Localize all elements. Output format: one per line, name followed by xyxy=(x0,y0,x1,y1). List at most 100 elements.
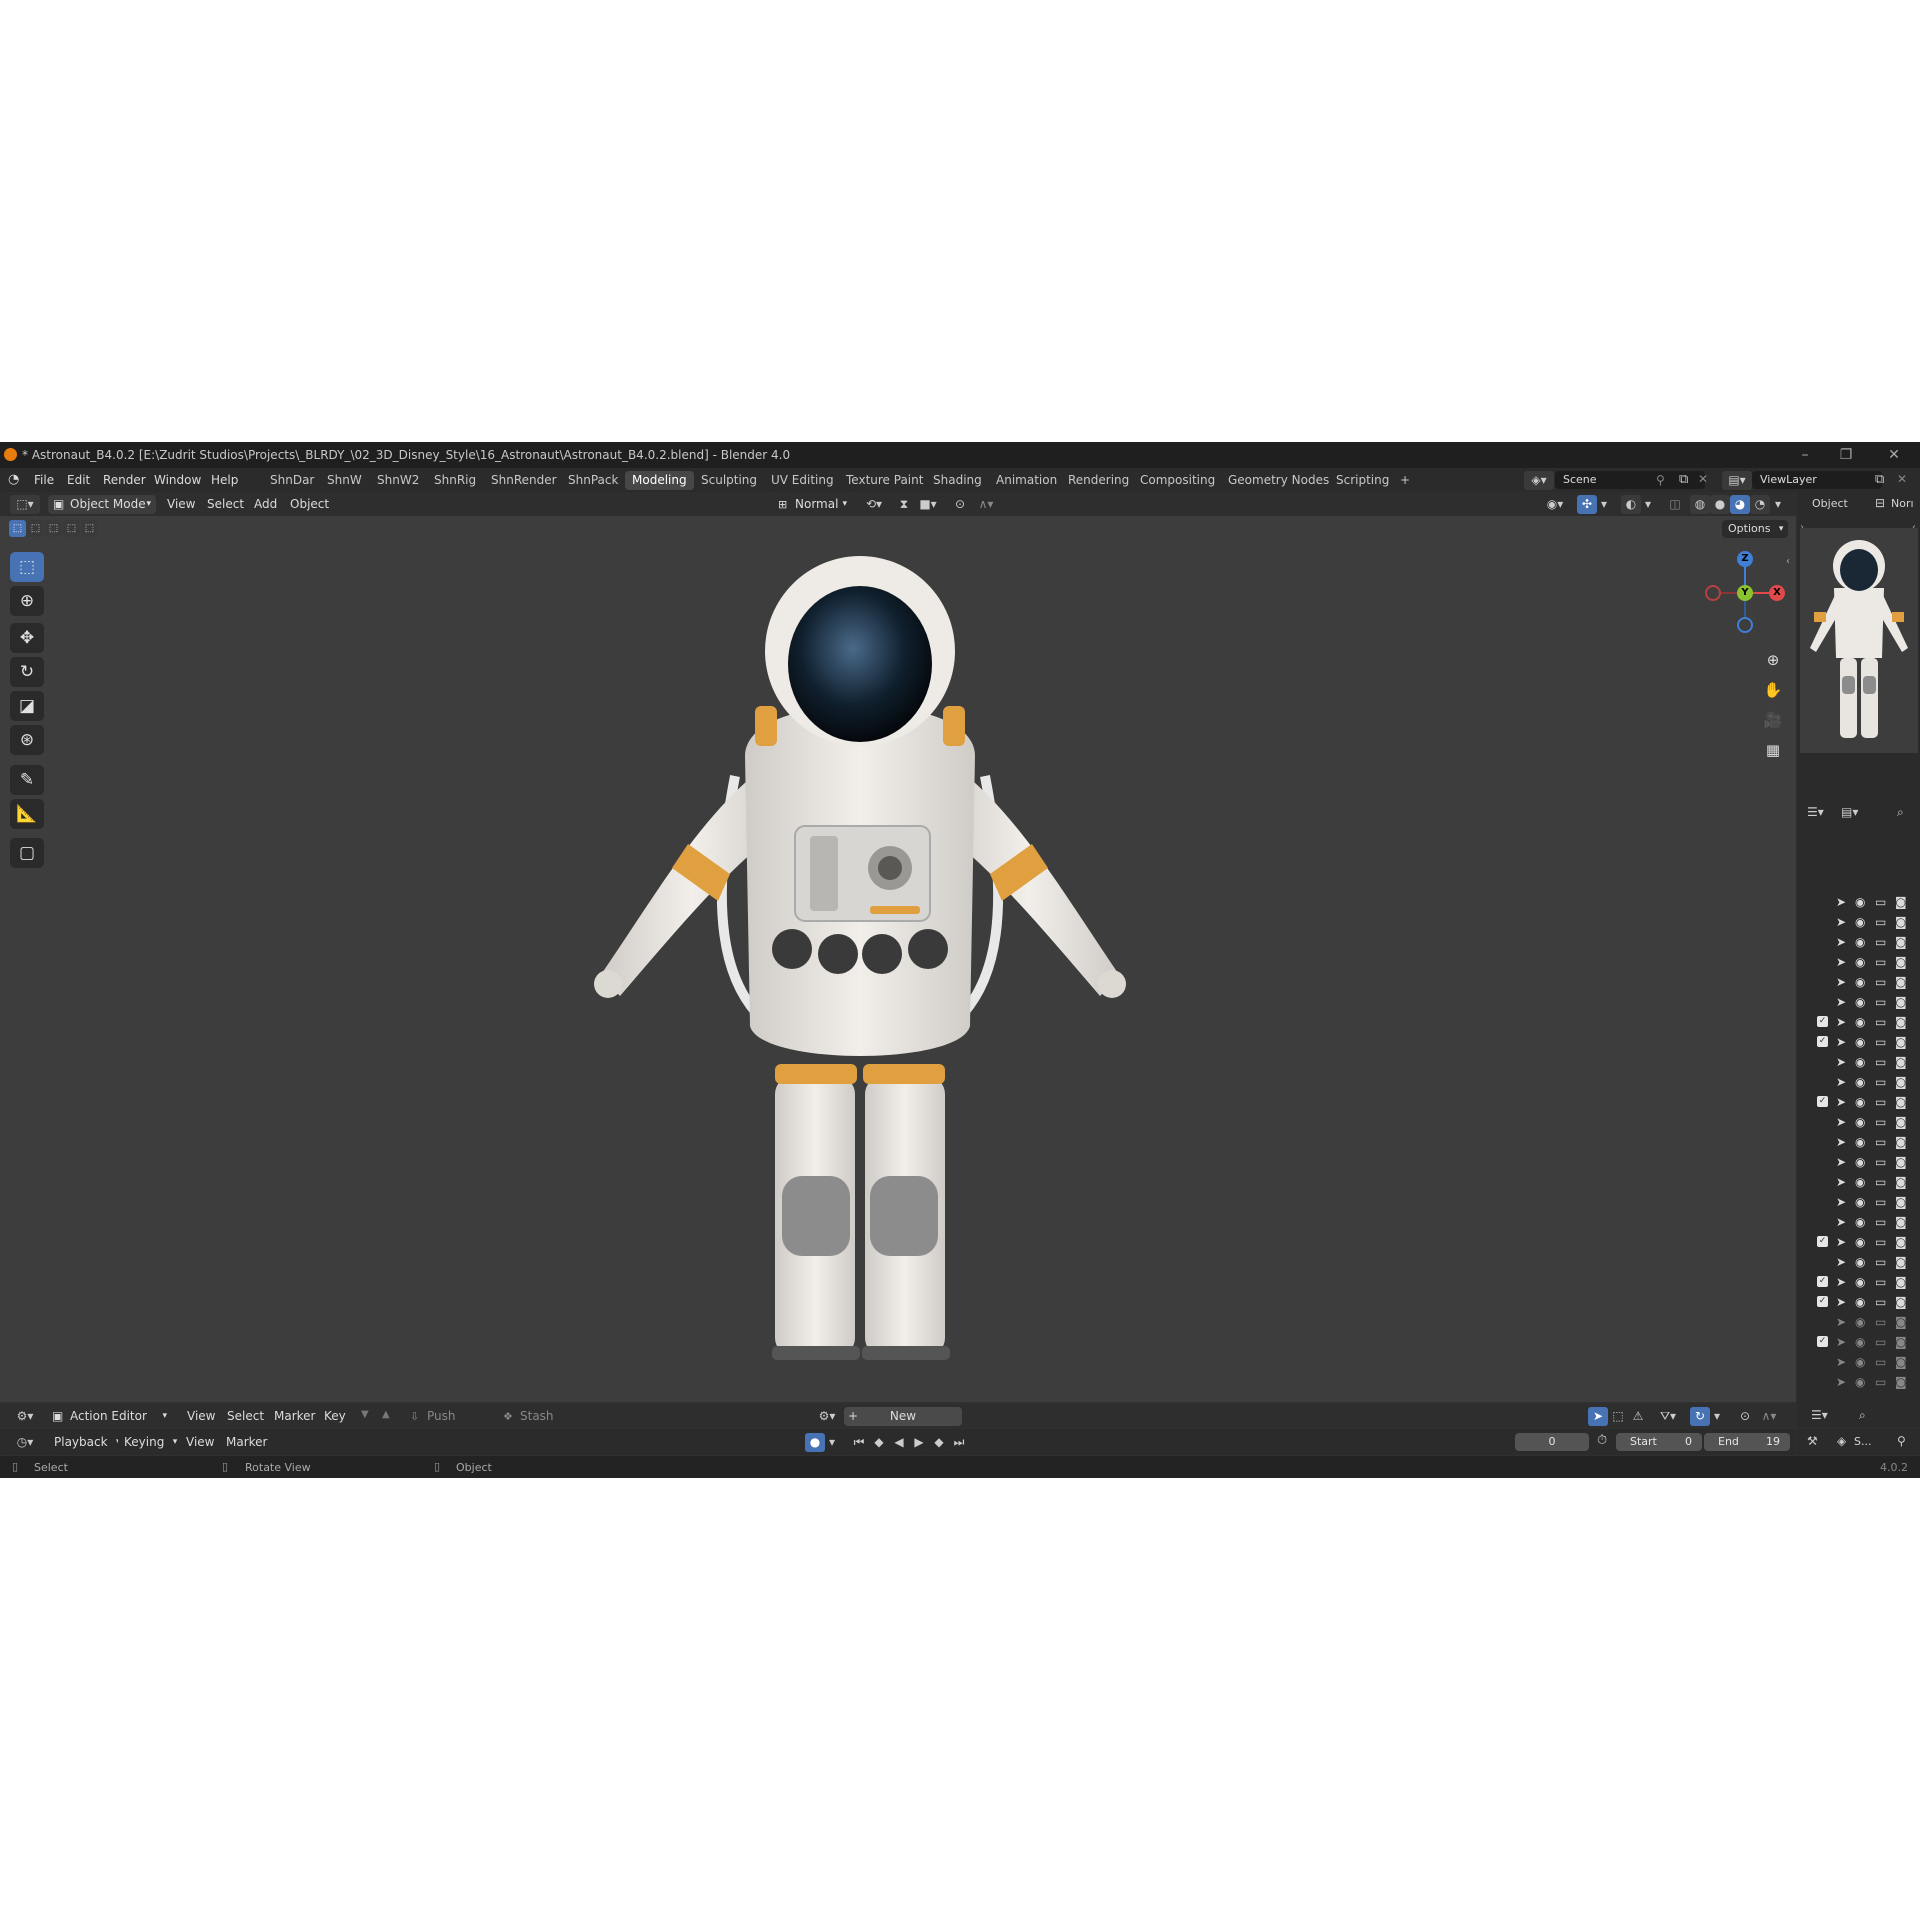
workspace-tab-shnrig[interactable]: ShnRig xyxy=(427,471,483,490)
action-up-icon[interactable]: ▲ xyxy=(382,1409,390,1420)
jump-prev-keyframe-icon[interactable]: ◆ xyxy=(869,1433,889,1452)
display-mode-icon[interactable]: ▤▾ xyxy=(1841,805,1858,819)
end-frame-field[interactable]: End 19 xyxy=(1704,1433,1790,1451)
timeline-menu-marker[interactable]: Marker xyxy=(226,1435,267,1449)
viewport-display-icon[interactable]: ▭ xyxy=(1875,1055,1886,1069)
viewport-menu-select[interactable]: Select xyxy=(207,497,244,511)
outliner-row[interactable]: ➤ ◉ ▭ ◙ xyxy=(1800,892,1918,912)
pin-icon[interactable]: ⚲ xyxy=(1897,1434,1906,1448)
rendered-shading-icon[interactable]: ◔ xyxy=(1750,495,1770,514)
exclude-checkbox[interactable]: ✓ xyxy=(1817,1096,1828,1107)
selectable-arrow-icon[interactable]: ➤ xyxy=(1836,895,1846,909)
blender-menu-icon[interactable]: ◔ xyxy=(8,472,24,488)
gizmo-neg-z-icon[interactable] xyxy=(1737,617,1753,633)
overlays-toggle-icon[interactable]: ◐ xyxy=(1621,495,1641,514)
render-camera-icon[interactable]: ◙ xyxy=(1895,1235,1907,1249)
view-layer-field[interactable]: ViewLayer xyxy=(1752,471,1882,489)
rotate-tool-icon[interactable]: ↻ xyxy=(10,657,44,687)
camera-view-icon[interactable]: 🎥 xyxy=(1759,706,1787,734)
exclude-checkbox[interactable]: ✓ xyxy=(1817,1236,1828,1247)
render-camera-icon[interactable]: ◙ xyxy=(1895,995,1907,1009)
workspace-tab-shading[interactable]: Shading xyxy=(926,471,989,490)
viewport-display-icon[interactable]: ▭ xyxy=(1875,1275,1886,1289)
scene-selector-icon[interactable]: ◈▾ xyxy=(1524,471,1554,490)
workspace-tab-rendering[interactable]: Rendering xyxy=(1061,471,1136,490)
exclude-checkbox[interactable]: ✓ xyxy=(1817,1276,1828,1287)
visibility-eye-icon[interactable]: ◉ xyxy=(1855,1295,1865,1309)
outliner-row[interactable]: ✓ ➤ ◉ ▭ ◙ xyxy=(1800,1332,1918,1352)
workspace-tab-geometry-nodes[interactable]: Geometry Nodes xyxy=(1221,471,1336,490)
timeline-menu-view[interactable]: View xyxy=(186,1435,214,1449)
options-dropdown[interactable]: Options ▾ xyxy=(1722,520,1789,538)
render-camera-icon[interactable]: ◙ xyxy=(1895,1115,1907,1129)
new-view-layer-icon[interactable]: ⧉ xyxy=(1875,472,1884,487)
render-camera-icon[interactable]: ◙ xyxy=(1895,1375,1907,1389)
jump-start-icon[interactable]: ⏮ xyxy=(849,1433,869,1452)
scene-properties-icon[interactable]: ◈ xyxy=(1837,1434,1846,1448)
outliner-row[interactable]: ✓ ➤ ◉ ▭ ◙ xyxy=(1800,1232,1918,1252)
proportional-edit-icon[interactable]: ⊙ xyxy=(950,495,970,514)
selectable-arrow-icon[interactable]: ➤ xyxy=(1836,1295,1846,1309)
visibility-eye-icon[interactable]: ◉ xyxy=(1855,995,1865,1009)
perspective-grid-icon[interactable]: ▦ xyxy=(1759,736,1787,764)
selectable-arrow-icon[interactable]: ➤ xyxy=(1836,1115,1846,1129)
outliner-row[interactable]: ➤ ◉ ▭ ◙ xyxy=(1800,1312,1918,1332)
action-editor-mode-dropdown[interactable]: ▣ Action Editor ▾ xyxy=(48,1407,172,1426)
render-camera-icon[interactable]: ◙ xyxy=(1895,1015,1907,1029)
outliner-row[interactable]: ➤ ◉ ▭ ◙ xyxy=(1800,972,1918,992)
selectable-arrow-icon[interactable]: ➤ xyxy=(1836,915,1846,929)
outliner-row[interactable]: ✓ ➤ ◉ ▭ ◙ xyxy=(1800,1292,1918,1312)
preview-range-icon[interactable]: ⏱ xyxy=(1597,1433,1607,1448)
outliner-editor-type-icon[interactable]: ☰▾ xyxy=(1811,1408,1828,1422)
outliner-search-icon[interactable]: ⌕ xyxy=(1897,805,1904,820)
delete-view-layer-icon[interactable]: ✕ xyxy=(1897,472,1907,486)
outliner-row[interactable]: ✓ ➤ ◉ ▭ ◙ xyxy=(1800,1092,1918,1112)
transform-tool-icon[interactable]: ⊛ xyxy=(10,725,44,755)
3d-viewport[interactable]: ⬚ ⬚ ⬚ ⬚ ⬚ Options ▾ ‹ ⬚ ⊕ ✥ ↻ ◪ ⊛ ✎ 📐 ▢ … xyxy=(0,516,1796,1402)
tool-settings-icon[interactable]: ⚒ xyxy=(1807,1434,1818,1448)
selectable-arrow-icon[interactable]: ➤ xyxy=(1836,1075,1846,1089)
properties-tab-object[interactable]: Object xyxy=(1812,497,1848,510)
visibility-eye-icon[interactable]: ◉ xyxy=(1855,1015,1865,1029)
material-preview-shading-icon[interactable]: ◕ xyxy=(1730,495,1750,514)
push-down-button[interactable]: ⇩ Push Down xyxy=(405,1407,495,1442)
outliner-row[interactable]: ➤ ◉ ▭ ◙ xyxy=(1800,1192,1918,1212)
render-camera-icon[interactable]: ◙ xyxy=(1895,1155,1907,1169)
auto-keying-dropdown-icon[interactable]: ▾ xyxy=(825,1433,839,1452)
viewport-menu-object[interactable]: Object xyxy=(290,497,329,511)
outliner-row[interactable]: ➤ ◉ ▭ ◙ xyxy=(1800,1212,1918,1232)
outliner-row[interactable]: ➤ ◉ ▭ ◙ xyxy=(1800,1372,1918,1392)
workspace-tab-shnrender[interactable]: ShnRender xyxy=(484,471,564,490)
visibility-eye-icon[interactable]: ◉ xyxy=(1855,1255,1865,1269)
visibility-eye-icon[interactable]: ◉ xyxy=(1855,1315,1865,1329)
viewport-display-icon[interactable]: ▭ xyxy=(1875,1375,1886,1389)
visibility-eye-icon[interactable]: ◉ xyxy=(1855,955,1865,969)
selectable-arrow-icon[interactable]: ➤ xyxy=(1836,935,1846,949)
render-camera-icon[interactable]: ◙ xyxy=(1895,1055,1907,1069)
viewport-display-icon[interactable]: ▭ xyxy=(1875,1295,1886,1309)
selectable-arrow-icon[interactable]: ➤ xyxy=(1836,1255,1846,1269)
selectable-arrow-icon[interactable]: ➤ xyxy=(1836,1355,1846,1369)
outliner-row[interactable]: ➤ ◉ ▭ ◙ xyxy=(1800,1112,1918,1132)
timeline-type-icon[interactable]: ◷▾ xyxy=(10,1433,40,1452)
add-workspace-button[interactable]: + xyxy=(1393,471,1417,490)
visibility-eye-icon[interactable]: ◉ xyxy=(1855,1095,1865,1109)
pan-hand-icon[interactable]: ✋ xyxy=(1759,676,1787,704)
viewport-display-icon[interactable]: ▭ xyxy=(1875,1355,1886,1369)
render-camera-icon[interactable]: ◙ xyxy=(1895,1175,1907,1189)
visibility-eye-icon[interactable]: ◉ xyxy=(1855,1275,1865,1289)
move-tool-icon[interactable]: ✥ xyxy=(10,623,44,653)
selectable-arrow-icon[interactable]: ➤ xyxy=(1836,1155,1846,1169)
render-camera-icon[interactable]: ◙ xyxy=(1895,1355,1907,1369)
stash-button[interactable]: ❖ Stash xyxy=(498,1407,558,1426)
overlays-dropdown-icon[interactable]: ▾ xyxy=(1641,495,1655,514)
viewport-display-icon[interactable]: ▭ xyxy=(1875,895,1886,909)
render-camera-icon[interactable]: ◙ xyxy=(1895,915,1907,929)
render-camera-icon[interactable]: ◙ xyxy=(1895,1295,1907,1309)
auto-keying-icon[interactable]: ● xyxy=(805,1433,825,1452)
visibility-eye-icon[interactable]: ◉ xyxy=(1855,1075,1865,1089)
workspace-tab-texture-paint[interactable]: Texture Paint xyxy=(839,471,930,490)
workspace-tab-compositing[interactable]: Compositing xyxy=(1133,471,1222,490)
visibility-eye-icon[interactable]: ◉ xyxy=(1855,1055,1865,1069)
outliner-row[interactable]: ➤ ◉ ▭ ◙ xyxy=(1800,952,1918,972)
